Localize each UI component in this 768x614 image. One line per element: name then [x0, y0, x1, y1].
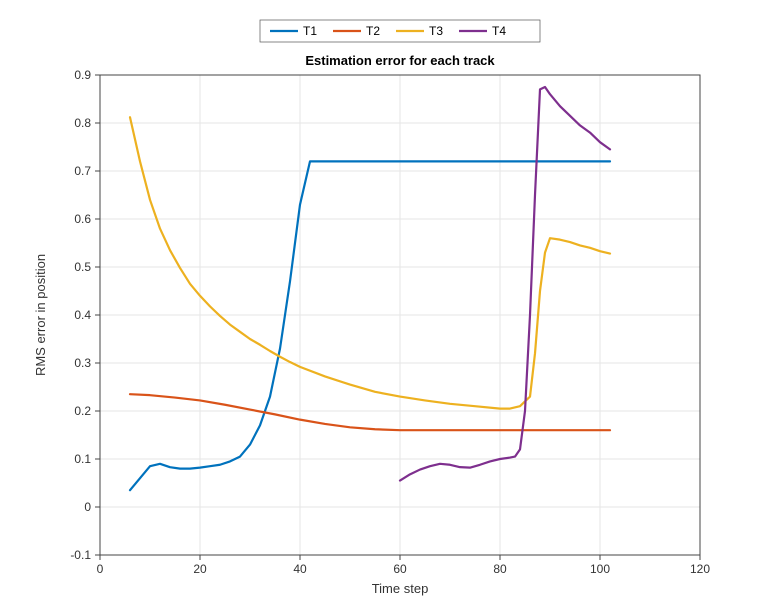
x-tick-label: 60: [393, 562, 407, 576]
legend-label: T4: [492, 24, 506, 38]
x-tick-label: 100: [590, 562, 610, 576]
figure: 0 20 40 60 80 100 120 -0.1 0 0.1 0.2 0.3 0.4 0.5 0.6 0.…: [0, 0, 768, 614]
y-axis-label: RMS error in position: [33, 254, 48, 376]
y-tick-label: 0.2: [74, 404, 91, 418]
y-tick-label: -0.1: [70, 548, 91, 562]
y-tick-label: 0.7: [74, 164, 91, 178]
legend-label: T1: [303, 24, 317, 38]
y-tick-label: 0.1: [74, 452, 91, 466]
legend-label: T3: [429, 24, 443, 38]
x-tick-label: 0: [97, 562, 104, 576]
y-tick-label: 0.4: [74, 308, 91, 322]
y-tick-label: 0.6: [74, 212, 91, 226]
x-tick-label: 40: [293, 562, 307, 576]
x-tick-label: 80: [493, 562, 507, 576]
x-axis-label: Time step: [372, 581, 429, 596]
chart-title: Estimation error for each track: [305, 53, 495, 68]
y-tick-label: 0.5: [74, 260, 91, 274]
legend-label: T2: [366, 24, 380, 38]
y-tick-label: 0.9: [74, 68, 91, 82]
y-tick-label: 0: [84, 500, 91, 514]
x-tick-label: 120: [690, 562, 710, 576]
y-tick-label: 0.3: [74, 356, 91, 370]
x-tick-label: 20: [193, 562, 207, 576]
chart-svg: 0 20 40 60 80 100 120 -0.1 0 0.1 0.2 0.3 0.4 0.5 0.6 0.…: [0, 0, 768, 614]
y-tick-label: 0.8: [74, 116, 91, 130]
